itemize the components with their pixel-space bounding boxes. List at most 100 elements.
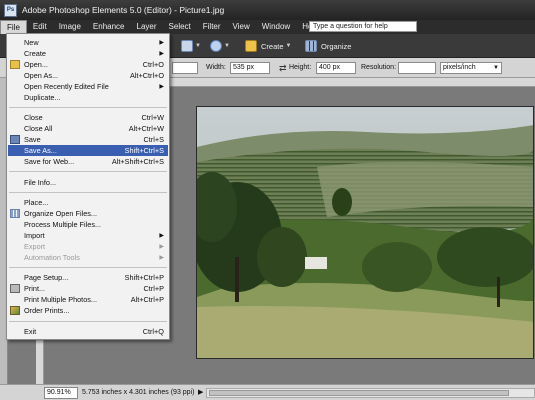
photo-browser-button[interactable]: ▼ <box>181 39 201 53</box>
resolution-unit-select[interactable]: pixels/inch ▼ <box>440 62 502 74</box>
status-menu-arrow-icon[interactable]: ▶ <box>198 388 203 396</box>
document-image-canvas[interactable] <box>196 106 534 359</box>
menu-select[interactable]: Select <box>163 20 197 34</box>
resolution-unit-value: pixels/inch <box>443 64 476 71</box>
submenu-arrow-icon: ▶ <box>159 51 164 57</box>
menu-separator <box>9 171 167 172</box>
share-button[interactable]: ▼ <box>210 39 230 53</box>
menu-item-label: New <box>24 38 39 47</box>
menu-filter[interactable]: Filter <box>197 20 227 34</box>
menu-item-label: Open Recently Edited File <box>24 82 109 91</box>
organize-grid-icon <box>305 40 317 52</box>
submenu-arrow-icon: ▶ <box>159 233 164 239</box>
photo-browser-icon <box>181 40 193 52</box>
menu-window[interactable]: Window <box>256 20 296 34</box>
menu-item-label: Order Prints... <box>24 306 70 315</box>
menu-item-label: Create <box>24 49 46 58</box>
menu-item-shortcut: Ctrl+S <box>143 135 164 144</box>
create-label: Create <box>261 41 284 51</box>
menu-item-label: Close <box>24 113 43 122</box>
menu-item-label: Open... <box>24 60 48 69</box>
swap-dimensions-icon[interactable]: ⇄ <box>279 63 287 74</box>
help-search-input[interactable]: Type a question for help <box>309 21 417 32</box>
menu-item-create[interactable]: Create ▶ <box>8 48 168 59</box>
menu-file[interactable]: File <box>0 20 27 34</box>
menu-separator <box>9 321 167 322</box>
width-label: Width: <box>206 64 226 71</box>
photoshop-elements-icon: Ps <box>4 3 17 17</box>
menu-item-save[interactable]: Save Ctrl+S <box>8 134 168 145</box>
scrollbar-thumb[interactable] <box>209 390 509 396</box>
menu-item-close-all[interactable]: Close All Alt+Ctrl+W <box>8 123 168 134</box>
menu-view[interactable]: View <box>227 20 256 34</box>
menu-item-open[interactable]: Open... Ctrl+O <box>8 59 168 70</box>
menu-item-shortcut: Ctrl+Q <box>142 327 164 336</box>
resolution-label: Resolution: <box>361 64 397 71</box>
organize-grid-icon <box>10 209 20 218</box>
menu-item-save-as[interactable]: Save As... Shift+Ctrl+S <box>8 145 168 156</box>
menu-item-shortcut: Ctrl+O <box>142 60 164 69</box>
menu-item-shortcut: Alt+Ctrl+P <box>130 295 164 304</box>
file-menu-dropdown: New ▶ Create ▶ Open... Ctrl+O Open As...… <box>6 33 170 340</box>
menu-item-open-as[interactable]: Open As... Alt+Ctrl+O <box>8 70 168 81</box>
menu-item-label: Exit <box>24 327 37 336</box>
menu-item-duplicate[interactable]: Duplicate... <box>8 92 168 103</box>
menu-item-automation-tools: Automation Tools ▶ <box>8 252 168 263</box>
title-bar: Ps Adobe Photoshop Elements 5.0 (Editor)… <box>0 0 535 20</box>
chevron-down-icon: ▼ <box>224 43 230 49</box>
organize-label: Organize <box>321 41 352 51</box>
menu-separator <box>9 107 167 108</box>
menu-item-label: Page Setup... <box>24 273 69 282</box>
menu-item-label: Organize Open Files... <box>24 209 98 218</box>
menu-item-print[interactable]: Print... Ctrl+P <box>8 283 168 294</box>
menu-item-label: Duplicate... <box>24 93 61 102</box>
chevron-down-icon: ▼ <box>285 43 292 49</box>
menu-item-label: Open As... <box>24 71 59 80</box>
menu-item-open-recent[interactable]: Open Recently Edited File ▶ <box>8 81 168 92</box>
menu-item-import[interactable]: Import ▶ <box>8 230 168 241</box>
menu-item-new[interactable]: New ▶ <box>8 37 168 48</box>
menu-item-label: Place... <box>24 198 49 207</box>
menu-item-label: Save for Web... <box>24 157 75 166</box>
menu-item-export: Export ▶ <box>8 241 168 252</box>
zoom-level-field[interactable]: 90.91% <box>44 387 78 399</box>
create-button[interactable]: Create ▼ <box>245 39 291 53</box>
menu-edit[interactable]: Edit <box>27 20 53 34</box>
width-field[interactable]: 535 px <box>230 62 270 74</box>
menu-item-organize-open-files[interactable]: Organize Open Files... <box>8 208 168 219</box>
printer-icon <box>10 284 20 293</box>
resolution-field[interactable] <box>398 62 436 74</box>
menu-item-label: Automation Tools <box>24 253 80 262</box>
create-star-icon <box>245 40 257 52</box>
menu-image[interactable]: Image <box>53 20 87 34</box>
menu-item-file-info[interactable]: File Info... <box>8 177 168 188</box>
horizontal-scrollbar[interactable] <box>206 388 535 398</box>
menu-item-shortcut: Alt+Ctrl+O <box>129 71 164 80</box>
menu-item-exit[interactable]: Exit Ctrl+Q <box>8 326 168 337</box>
menu-item-close[interactable]: Close Ctrl+W <box>8 112 168 123</box>
menu-layer[interactable]: Layer <box>131 20 163 34</box>
menu-item-process-multiple-files[interactable]: Process Multiple Files... <box>8 219 168 230</box>
status-bar: 90.91% 5.753 inches x 4.301 inches (93 p… <box>0 384 535 400</box>
menu-item-place[interactable]: Place... <box>8 197 168 208</box>
height-label: Height: <box>289 64 312 71</box>
tool-preset-dropdown[interactable] <box>172 62 198 74</box>
menu-item-save-for-web[interactable]: Save for Web... Alt+Shift+Ctrl+S <box>8 156 168 167</box>
menu-item-label: Close All <box>24 124 53 133</box>
menu-item-label: Save As... <box>24 146 57 155</box>
organize-button[interactable]: Organize <box>305 39 351 53</box>
menu-item-page-setup[interactable]: Page Setup... Shift+Ctrl+P <box>8 272 168 283</box>
folder-icon <box>10 60 20 69</box>
menu-separator <box>9 192 167 193</box>
menu-enhance[interactable]: Enhance <box>87 20 131 34</box>
save-disk-icon <box>10 135 20 144</box>
menu-item-print-multiple-photos[interactable]: Print Multiple Photos... Alt+Ctrl+P <box>8 294 168 305</box>
menu-bar: File Edit Image Enhance Layer Select Fil… <box>0 20 535 34</box>
submenu-arrow-icon: ▶ <box>159 84 164 90</box>
landscape-photo <box>197 107 533 358</box>
menu-item-label: Import <box>24 231 45 240</box>
menu-item-label: Print Multiple Photos... <box>24 295 98 304</box>
menu-item-order-prints[interactable]: Order Prints... <box>8 305 168 316</box>
height-field[interactable]: 400 px <box>316 62 356 74</box>
menu-item-shortcut: Alt+Shift+Ctrl+S <box>111 157 164 166</box>
